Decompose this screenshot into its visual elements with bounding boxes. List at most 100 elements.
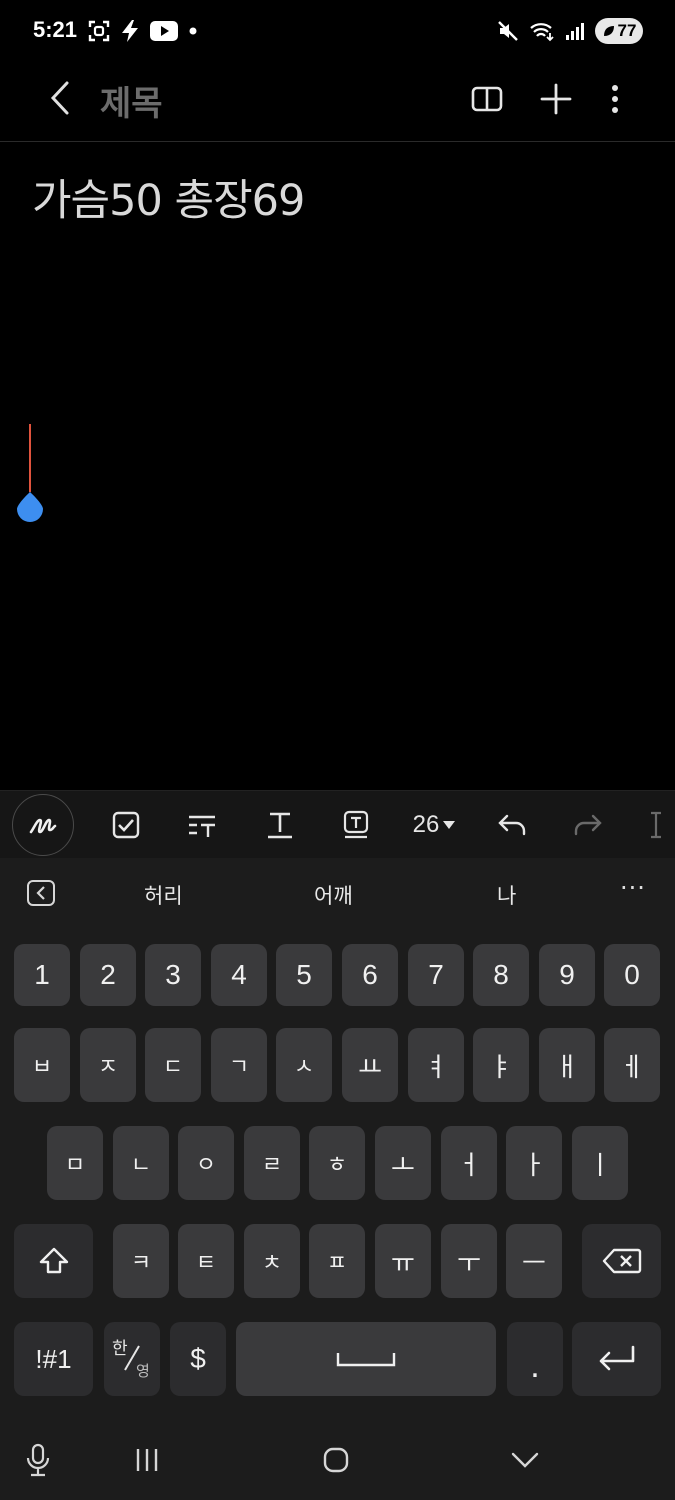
navigation-bar bbox=[0, 1418, 675, 1500]
hide-keyboard-button[interactable] bbox=[505, 1440, 545, 1480]
key-3[interactable]: 3 bbox=[145, 944, 201, 1006]
checkbox-button[interactable] bbox=[108, 795, 144, 855]
cursor-handle[interactable] bbox=[17, 492, 43, 522]
key-yu[interactable]: ㅠ bbox=[375, 1224, 431, 1298]
key-8[interactable]: 8 bbox=[473, 944, 529, 1006]
key-hieut[interactable]: ㅎ bbox=[309, 1126, 365, 1200]
text-style-icon bbox=[189, 815, 215, 837]
key-9[interactable]: 9 bbox=[539, 944, 595, 1006]
keyboard: 1 2 3 4 5 6 7 8 9 0 ㅂ ㅈ ㄷ ㄱ ㅅ ㅛ ㅕ ㅑ ㅐ ㅔ … bbox=[0, 930, 675, 1418]
book-icon bbox=[471, 86, 503, 112]
youtube-icon bbox=[150, 21, 178, 41]
kebab-menu-icon bbox=[612, 85, 618, 113]
app-header: 제목 bbox=[0, 64, 675, 142]
key-yo[interactable]: ㅛ bbox=[342, 1028, 398, 1102]
chevron-left-icon bbox=[50, 81, 69, 115]
voice-input-button[interactable] bbox=[18, 1440, 58, 1480]
key-a[interactable]: ㅏ bbox=[506, 1126, 562, 1200]
enter-key[interactable] bbox=[572, 1322, 661, 1396]
key-yeo[interactable]: ㅕ bbox=[408, 1028, 464, 1102]
backspace-key[interactable] bbox=[582, 1224, 661, 1298]
leaf-icon bbox=[603, 26, 614, 36]
resize-icon bbox=[651, 811, 661, 839]
key-e[interactable]: ㅔ bbox=[604, 1028, 660, 1102]
add-button[interactable] bbox=[534, 77, 578, 121]
key-u[interactable]: ㅜ bbox=[441, 1224, 497, 1298]
text-box-button[interactable] bbox=[338, 795, 374, 855]
key-2[interactable]: 2 bbox=[80, 944, 136, 1006]
text-format-button[interactable] bbox=[262, 795, 298, 855]
reading-mode-button[interactable] bbox=[465, 77, 509, 121]
chevron-left-icon bbox=[36, 886, 45, 900]
font-size-dropdown[interactable]: 26 bbox=[408, 795, 460, 855]
more-suggestions-button[interactable]: ··· bbox=[620, 874, 646, 902]
recent-apps-icon bbox=[136, 1449, 158, 1471]
key-7[interactable]: 7 bbox=[408, 944, 464, 1006]
key-6[interactable]: 6 bbox=[342, 944, 398, 1006]
paragraph-style-button[interactable] bbox=[184, 795, 220, 855]
font-size-value: 26 bbox=[412, 811, 440, 838]
collapse-toolbar-button[interactable] bbox=[27, 880, 55, 906]
home-button[interactable] bbox=[316, 1440, 356, 1480]
wifi-icon bbox=[530, 23, 554, 42]
key-mieum[interactable]: ㅁ bbox=[47, 1126, 103, 1200]
period-key[interactable]: . bbox=[507, 1322, 563, 1396]
text-cursor bbox=[29, 424, 31, 492]
formatting-toolbar: 26 bbox=[0, 790, 675, 858]
dot-icon bbox=[189, 27, 197, 35]
enter-icon bbox=[599, 1345, 634, 1371]
key-ieung[interactable]: ㅇ bbox=[178, 1126, 234, 1200]
key-ya[interactable]: ㅑ bbox=[473, 1028, 529, 1102]
key-nieun[interactable]: ㄴ bbox=[113, 1126, 169, 1200]
battery-level: 77 bbox=[617, 21, 637, 40]
key-1[interactable]: 1 bbox=[14, 944, 70, 1006]
suggestion-item[interactable]: 허리 bbox=[144, 880, 183, 910]
symbols-key[interactable]: !#1 bbox=[14, 1322, 93, 1396]
dollar-key[interactable]: $ bbox=[170, 1322, 226, 1396]
handwriting-button[interactable] bbox=[12, 794, 74, 856]
key-digeut[interactable]: ㄷ bbox=[145, 1028, 201, 1102]
key-jieut[interactable]: ㅈ bbox=[80, 1028, 136, 1102]
key-5[interactable]: 5 bbox=[276, 944, 332, 1006]
key-kieuk[interactable]: ㅋ bbox=[113, 1224, 169, 1298]
status-time: 5:21 bbox=[33, 17, 78, 42]
key-giyeok[interactable]: ㄱ bbox=[211, 1028, 267, 1102]
key-eo[interactable]: ㅓ bbox=[441, 1126, 497, 1200]
back-button[interactable] bbox=[40, 78, 80, 118]
space-key[interactable] bbox=[236, 1322, 496, 1396]
key-chieut[interactable]: ㅊ bbox=[244, 1224, 300, 1298]
key-rieul[interactable]: ㄹ bbox=[244, 1126, 300, 1200]
shift-key[interactable] bbox=[14, 1224, 93, 1298]
page-title[interactable]: 제목 bbox=[100, 76, 163, 125]
suggestion-item[interactable]: 어깨 bbox=[314, 880, 353, 910]
backspace-icon bbox=[602, 1248, 641, 1274]
language-key[interactable]: 한 영 bbox=[104, 1322, 160, 1396]
recent-apps-button[interactable] bbox=[127, 1440, 167, 1480]
status-left-icons bbox=[88, 19, 198, 43]
status-bar: 5:21 77 bbox=[0, 0, 675, 64]
toolbar-expand-button[interactable] bbox=[646, 795, 666, 855]
key-pieup[interactable]: ㅍ bbox=[309, 1224, 365, 1298]
undo-icon bbox=[498, 814, 526, 836]
flash-icon bbox=[122, 20, 138, 42]
plus-icon bbox=[540, 83, 572, 115]
key-ae[interactable]: ㅐ bbox=[539, 1028, 595, 1102]
caret-down-icon bbox=[443, 821, 456, 829]
redo-icon bbox=[574, 814, 602, 836]
suggestion-item[interactable]: 나 bbox=[497, 880, 516, 910]
key-eu[interactable]: ㅡ bbox=[506, 1224, 562, 1298]
more-options-button[interactable] bbox=[593, 77, 637, 121]
key-siot[interactable]: ㅅ bbox=[276, 1028, 332, 1102]
key-i[interactable]: ㅣ bbox=[572, 1126, 628, 1200]
key-0[interactable]: 0 bbox=[604, 944, 660, 1006]
key-4[interactable]: 4 bbox=[211, 944, 267, 1006]
note-body-text[interactable]: 가슴50 총장69 bbox=[32, 166, 305, 228]
chevron-down-icon bbox=[511, 1452, 539, 1468]
key-o[interactable]: ㅗ bbox=[375, 1126, 431, 1200]
microphone-icon bbox=[26, 1443, 50, 1477]
key-bieup[interactable]: ㅂ bbox=[14, 1028, 70, 1102]
redo-button[interactable] bbox=[570, 795, 606, 855]
suggestion-bar: 허리 어깨 나 ··· bbox=[0, 858, 675, 930]
undo-button[interactable] bbox=[494, 795, 530, 855]
key-tieut[interactable]: ㅌ bbox=[178, 1224, 234, 1298]
